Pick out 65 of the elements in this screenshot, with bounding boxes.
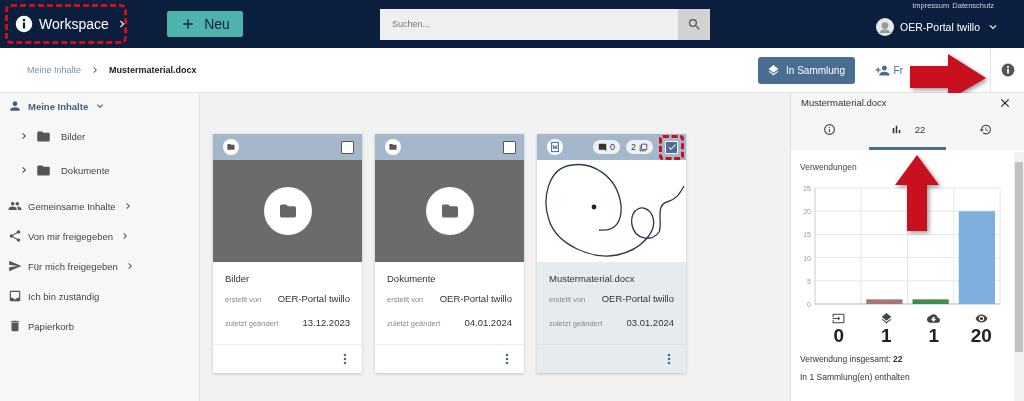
field-value: OER-Portal twillo	[601, 293, 674, 304]
import-icon	[832, 312, 846, 325]
search-button[interactable]	[678, 8, 710, 40]
workspace-button[interactable]: Workspace	[8, 10, 129, 38]
panel-title: Mustermaterial.docx	[801, 97, 887, 108]
collection-icon	[639, 142, 648, 152]
folder-icon	[263, 187, 312, 235]
user-menu[interactable]: OER-Portal twillo	[876, 18, 1008, 36]
layers-icon	[767, 63, 781, 77]
document-icon	[547, 139, 563, 155]
folder-icon	[223, 139, 239, 155]
usage-total: Verwendung insgesamt: 22	[800, 354, 904, 364]
share-button[interactable]: Fr	[874, 62, 903, 78]
folder-icon	[425, 187, 474, 235]
new-button[interactable]: Neu	[167, 11, 243, 37]
inbox-icon	[8, 289, 22, 303]
people-icon	[8, 199, 22, 213]
sidebar-item[interactable]: Gemeinsame Inhalte	[0, 191, 140, 221]
collection-note: In 1 Sammlung(en) enthalten	[800, 372, 911, 382]
usage-count: 0	[833, 326, 845, 346]
info-icon	[15, 15, 33, 33]
usage-count: 1	[928, 326, 940, 346]
search-field[interactable]: Suchen...	[380, 8, 678, 40]
checkbox[interactable]	[503, 140, 516, 154]
usage-count: 1	[880, 326, 892, 346]
history-icon	[978, 123, 992, 136]
comment-icon	[597, 142, 607, 152]
sidebar-item[interactable]: Meine Inhalte	[0, 93, 113, 119]
sidebar-item[interactable]: Von mir freigegeben	[0, 221, 138, 251]
tab[interactable]: 22	[868, 112, 947, 150]
info-icon	[823, 123, 837, 136]
collection-count: 2	[626, 140, 653, 154]
sidebar-item[interactable]: Ich bin zuständig	[0, 281, 106, 311]
card-title[interactable]: Dokumente	[387, 273, 512, 284]
avatar-icon	[876, 18, 895, 36]
check-icon	[666, 142, 677, 152]
comment-count: 0	[592, 140, 620, 154]
search-icon	[686, 16, 702, 32]
card-title[interactable]: Mustermaterial.docx	[549, 273, 674, 284]
checkbox[interactable]	[341, 140, 354, 154]
field-value: OER-Portal twillo	[439, 293, 512, 304]
send-icon	[8, 259, 22, 273]
usage-count: 20	[970, 326, 992, 346]
scrollbar[interactable]	[1014, 152, 1024, 401]
info-button[interactable]	[1000, 63, 1015, 77]
folder-icon	[385, 139, 401, 155]
person-icon	[8, 99, 22, 113]
sidebar-item[interactable]: Dokumente	[0, 153, 116, 187]
card-title[interactable]: Bilder	[225, 273, 350, 284]
field-value: OER-Portal twillo	[277, 293, 350, 304]
field-value: 04.01.2024	[464, 317, 512, 328]
scrollbar-thumb[interactable]	[1015, 162, 1023, 352]
layers-icon	[879, 312, 893, 325]
collection-button[interactable]: In Sammlung	[757, 56, 855, 84]
field-value: 03.01.2024	[626, 317, 674, 328]
sidebar-item[interactable]: Für mich freigegeben	[0, 251, 142, 281]
sidebar-item[interactable]: Bilder	[0, 119, 92, 153]
field-value: 13.12.2023	[302, 317, 350, 328]
eye-icon	[974, 312, 988, 325]
share-icon	[8, 229, 22, 243]
trash-icon	[8, 319, 22, 333]
sidebar-item[interactable]: Papierkorb	[0, 311, 80, 341]
cloud-download-icon	[927, 312, 941, 325]
section-title: Verwendungen	[800, 162, 858, 172]
breadcrumb-current: Mustermaterial.docx	[109, 65, 197, 75]
